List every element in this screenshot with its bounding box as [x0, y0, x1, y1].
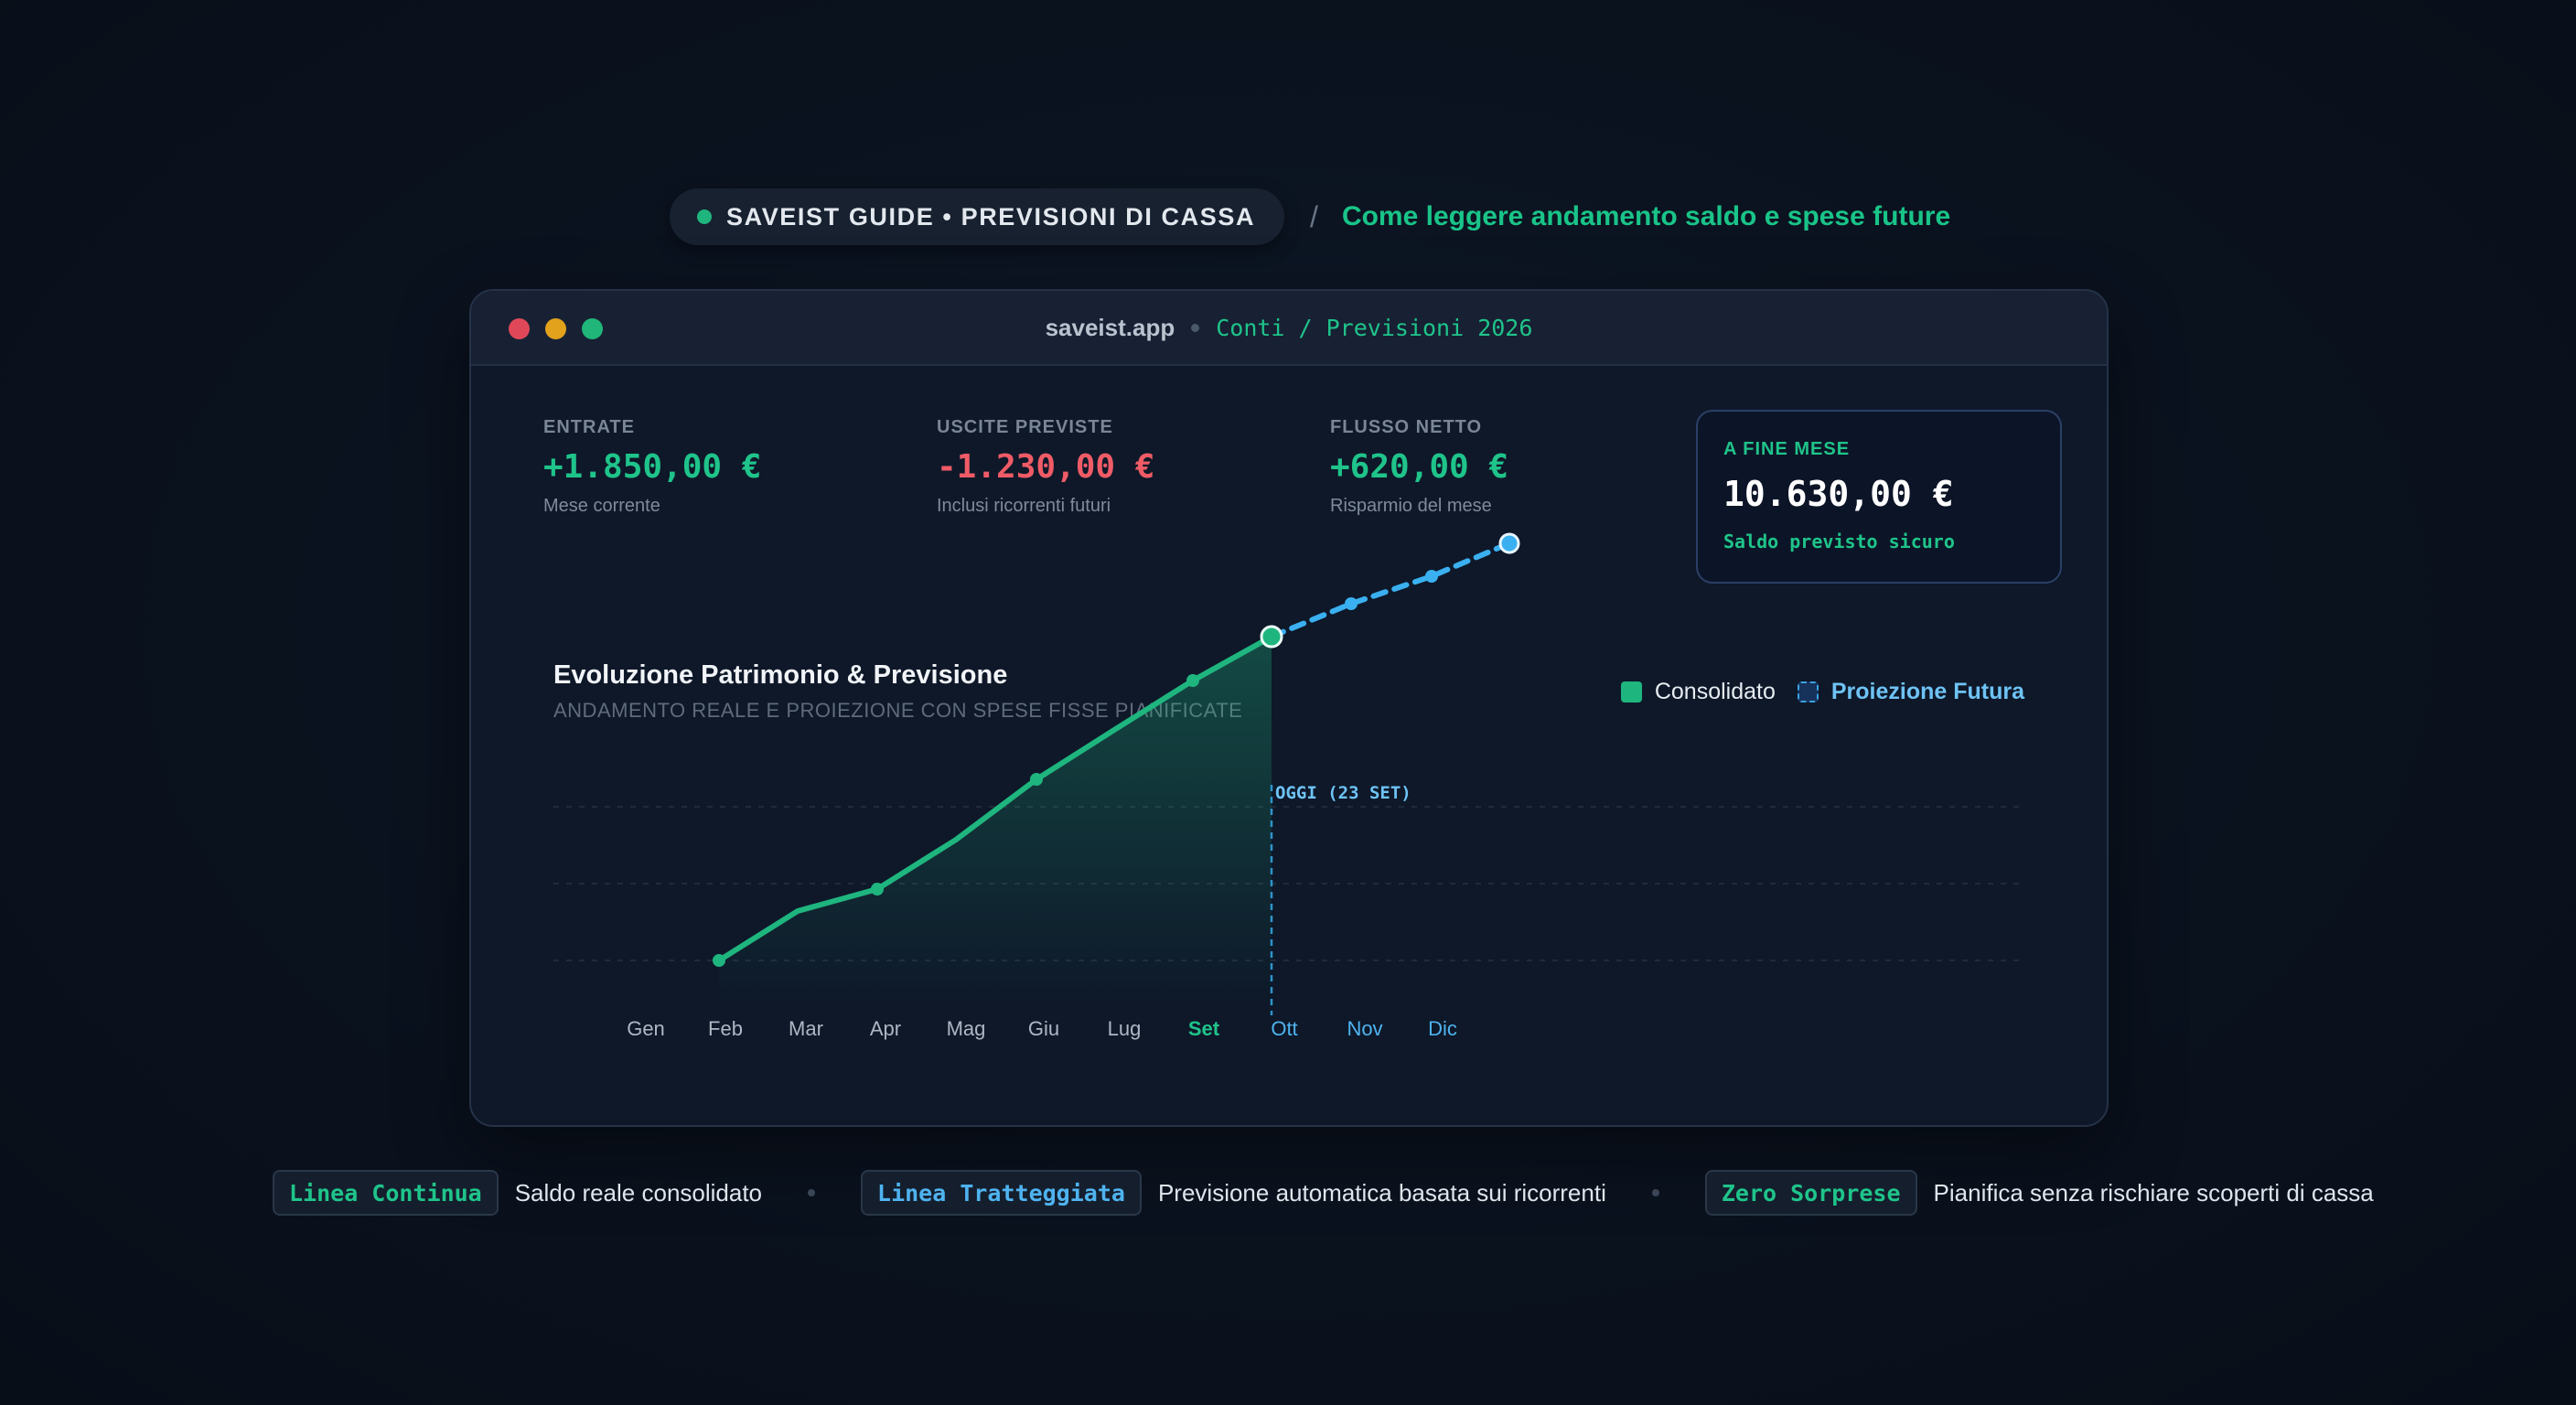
- page-header: SAVEIST GUIDE • PREVISIONI DI CASSA / Co…: [670, 188, 1950, 245]
- footer-tag-solid-line: Linea Continua: [273, 1170, 499, 1216]
- footer-tag-dashed-line: Linea Tratteggiata: [861, 1170, 1142, 1216]
- footer-desc-dashed-line: Previsione automatica basata sui ricorre…: [1157, 1178, 1606, 1207]
- x-axis-tick-label: Feb: [708, 1017, 743, 1040]
- x-axis-tick-label: Nov: [1347, 1017, 1382, 1040]
- data-point-projection: [1345, 597, 1358, 610]
- data-point-today: [1260, 625, 1283, 649]
- data-point-consolidated: [871, 883, 884, 896]
- x-axis-tick-label: Ott: [1271, 1017, 1297, 1040]
- footer-tag-zero-surprises: Zero Sorprese: [1704, 1170, 1917, 1216]
- data-point-consolidated: [1030, 773, 1043, 786]
- data-point-projection: [1425, 570, 1438, 583]
- footer-desc-solid-line: Saldo reale consolidato: [514, 1178, 763, 1207]
- guide-pill: SAVEIST GUIDE • PREVISIONI DI CASSA: [670, 188, 1285, 245]
- footer-separator-dot: [1651, 1189, 1659, 1196]
- header-separator: /: [1310, 199, 1318, 233]
- consolidated-area: [719, 637, 1272, 1006]
- app-window: saveist.app Conti / Previsioni 2026 ENTR…: [469, 289, 2109, 1127]
- x-axis-tick-label: Lug: [1108, 1017, 1142, 1040]
- guide-pill-label: SAVEIST GUIDE • PREVISIONI DI CASSA: [726, 202, 1256, 231]
- x-axis-tick-label: Mar: [789, 1017, 823, 1040]
- footer-separator-dot: [808, 1189, 816, 1196]
- data-point-projection-end: [1498, 532, 1520, 554]
- series-line-projection: [1269, 541, 1512, 639]
- status-dot: [697, 209, 712, 224]
- legend-footer: Linea Continua Saldo reale consolidato L…: [273, 1168, 2374, 1217]
- balance-chart: OGGI (23 SET) Gen Feb Mar Apr Mag Giu Lug Set Ott…: [553, 532, 2024, 1040]
- data-point-consolidated: [1186, 674, 1199, 687]
- x-axis-tick-label: Mag: [947, 1017, 986, 1040]
- x-axis-tick-label: Dic: [1428, 1017, 1457, 1040]
- today-marker-label: OGGI (23 SET): [1275, 783, 1411, 803]
- x-axis-tick-label: Giu: [1028, 1017, 1059, 1040]
- data-point-consolidated: [713, 954, 725, 967]
- footer-desc-zero-surprises: Pianifica senza rischiare scoperti di ca…: [1933, 1178, 2374, 1207]
- x-axis-tick-label: Set: [1188, 1017, 1220, 1040]
- x-axis-tick-label: Apr: [870, 1017, 901, 1040]
- x-axis-tick-label: Gen: [627, 1017, 665, 1040]
- page-subtitle: Come leggere andamento saldo e spese fut…: [1341, 201, 1951, 231]
